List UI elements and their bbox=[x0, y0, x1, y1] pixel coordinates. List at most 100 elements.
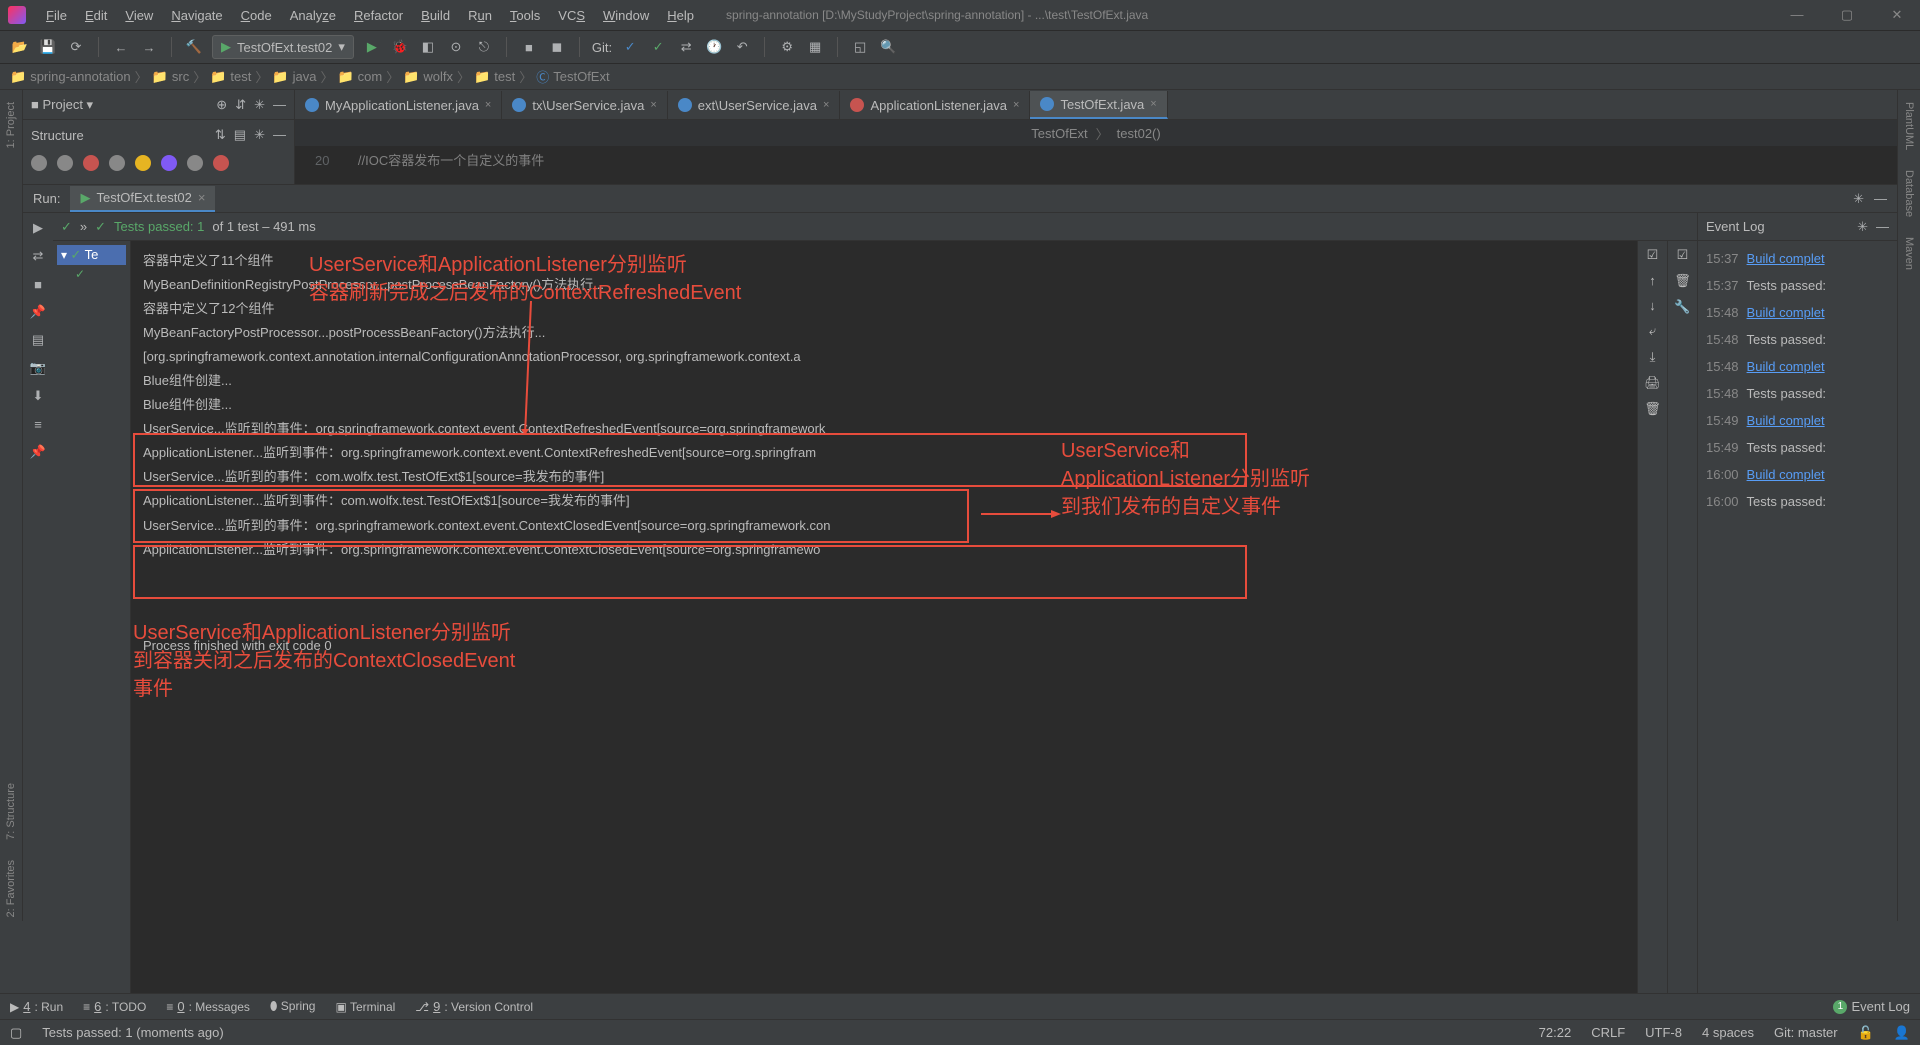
gear-icon[interactable]: ✳ bbox=[254, 97, 265, 113]
menu-code[interactable]: Code bbox=[233, 4, 280, 27]
debug-icon[interactable]: 🐞 bbox=[390, 37, 410, 57]
print-icon[interactable]: 🖨 bbox=[1644, 375, 1661, 391]
stop-icon[interactable]: ■ bbox=[29, 275, 47, 293]
bc-class2[interactable]: TestOfExt bbox=[1031, 126, 1087, 141]
indent[interactable]: 4 spaces bbox=[1702, 1025, 1754, 1041]
menu-tools[interactable]: Tools bbox=[502, 4, 548, 27]
pin-icon[interactable]: 📌 bbox=[29, 303, 47, 321]
profile-icon[interactable]: ⊙ bbox=[446, 37, 466, 57]
menu-build[interactable]: Build bbox=[413, 4, 458, 27]
history-icon[interactable]: ≡ bbox=[29, 415, 47, 433]
struct-3-icon[interactable] bbox=[83, 155, 99, 171]
menu-file[interactable]: File bbox=[38, 4, 75, 27]
struct-7-icon[interactable] bbox=[187, 155, 203, 171]
forward-icon[interactable]: → bbox=[139, 37, 159, 57]
side-tab-structure[interactable]: 7: Structure bbox=[3, 779, 19, 844]
encoding[interactable]: UTF-8 bbox=[1645, 1025, 1682, 1041]
bc-java[interactable]: 📁java bbox=[272, 69, 316, 85]
rside-database[interactable]: Database bbox=[1901, 166, 1917, 221]
close-icon[interactable]: × bbox=[650, 99, 656, 111]
git-update-icon[interactable]: ✓ bbox=[620, 37, 640, 57]
expand-icon[interactable]: ⇵ bbox=[235, 97, 246, 113]
bc-class[interactable]: ⒸTestOfExt bbox=[536, 67, 609, 86]
run-gear-icon[interactable]: ✳ bbox=[1853, 191, 1864, 207]
stop-icon[interactable]: ■ bbox=[519, 37, 539, 57]
run-config-selector[interactable]: ▶ TestOfExt.test02 ▾ bbox=[212, 35, 354, 59]
close-icon[interactable]: × bbox=[1013, 99, 1019, 111]
event-log-list[interactable]: 15:37Build complet 15:37Tests passed: 15… bbox=[1698, 241, 1897, 993]
rerun-icon[interactable]: ▶ bbox=[29, 219, 47, 237]
struct-5-icon[interactable] bbox=[135, 155, 151, 171]
struct-8-icon[interactable] bbox=[213, 155, 229, 171]
menu-refactor[interactable]: Refactor bbox=[346, 4, 411, 27]
project-dropdown[interactable]: ■ Project ▾ bbox=[31, 97, 93, 113]
close-button[interactable]: ✕ bbox=[1882, 7, 1912, 23]
cursor-pos[interactable]: 72:22 bbox=[1539, 1025, 1572, 1041]
close-icon[interactable]: × bbox=[485, 99, 491, 111]
bb-todo[interactable]: ≡ 6: TODO bbox=[83, 999, 146, 1014]
struct-4-icon[interactable] bbox=[109, 155, 125, 171]
layout-icon[interactable]: ◱ bbox=[850, 37, 870, 57]
dump-icon[interactable]: ▤ bbox=[29, 331, 47, 349]
bb-spring[interactable]: ⬮ Spring bbox=[270, 999, 316, 1014]
menu-navigate[interactable]: Navigate bbox=[163, 4, 230, 27]
run-hide-icon[interactable]: — bbox=[1874, 191, 1887, 207]
bb-event-log[interactable]: 1 Event Log bbox=[1833, 999, 1910, 1014]
tab-2[interactable]: ext\UserService.java× bbox=[668, 91, 841, 119]
lock-icon[interactable]: 🔓 bbox=[1858, 1025, 1874, 1041]
target-icon[interactable]: ⊕ bbox=[216, 97, 227, 113]
camera-icon[interactable]: 📷 bbox=[29, 359, 47, 377]
open-icon[interactable]: 📂 bbox=[10, 37, 30, 57]
check2-icon[interactable]: ☑ bbox=[1677, 247, 1689, 263]
wrap-icon[interactable]: ⤶ bbox=[1649, 323, 1656, 339]
console-output[interactable]: 容器中定义了11个组件 MyBeanDefinitionRegistryPost… bbox=[131, 241, 1637, 993]
menu-view[interactable]: View bbox=[117, 4, 161, 27]
close-icon[interactable]: × bbox=[1150, 98, 1156, 110]
down-icon[interactable]: ↓ bbox=[1649, 298, 1656, 313]
build-icon[interactable]: 🔨 bbox=[184, 37, 204, 57]
wrench-icon[interactable]: 🔧 bbox=[1674, 299, 1690, 315]
bb-terminal[interactable]: ▣ Terminal bbox=[335, 1000, 395, 1014]
rside-maven[interactable]: Maven bbox=[1901, 233, 1917, 274]
git-branch[interactable]: Git: master bbox=[1774, 1025, 1838, 1041]
bc-method[interactable]: test02() bbox=[1117, 126, 1161, 141]
stop2-icon[interactable]: ◼ bbox=[547, 37, 567, 57]
menu-edit[interactable]: Edit bbox=[77, 4, 115, 27]
checkbox-icon[interactable]: ☑ bbox=[1647, 247, 1659, 263]
side-tab-favorites[interactable]: 2: Favorites bbox=[3, 856, 19, 921]
status-icon[interactable]: ▢ bbox=[10, 1025, 22, 1041]
bc-test2[interactable]: 📁test bbox=[474, 69, 515, 85]
bc-com[interactable]: 📁com bbox=[337, 69, 382, 85]
bc-src[interactable]: 📁src bbox=[152, 69, 190, 85]
test-tree[interactable]: ▾ ✓ Te ✓ bbox=[53, 241, 131, 993]
bb-messages[interactable]: ≡ 0: Messages bbox=[166, 999, 250, 1014]
bc-root[interactable]: 📁spring-annotation bbox=[10, 69, 131, 85]
menu-help[interactable]: Help bbox=[659, 4, 702, 27]
tool1-icon[interactable]: ⚙ bbox=[777, 37, 797, 57]
hide-icon[interactable]: — bbox=[273, 97, 286, 113]
struct-sort-icon[interactable]: ⇅ bbox=[215, 127, 226, 143]
run-tab[interactable]: ▶ TestOfExt.test02 × bbox=[70, 186, 215, 212]
bc-wolfx[interactable]: 📁wolfx bbox=[403, 69, 453, 85]
close-icon[interactable]: × bbox=[823, 99, 829, 111]
save-icon[interactable]: 💾 bbox=[38, 37, 58, 57]
menu-window[interactable]: Window bbox=[595, 4, 657, 27]
scroll-icon[interactable]: ⤓ bbox=[1650, 349, 1656, 365]
bb-vcs[interactable]: ⎇ 9: Version Control bbox=[415, 999, 533, 1014]
side-tab-project[interactable]: 1: Project bbox=[3, 98, 19, 152]
struct-2-icon[interactable] bbox=[57, 155, 73, 171]
export-icon[interactable]: ⬇ bbox=[29, 387, 47, 405]
status-person-icon[interactable]: 👤 bbox=[1894, 1025, 1910, 1041]
run-icon[interactable]: ▶ bbox=[362, 37, 382, 57]
toggle-icon[interactable]: ⇄ bbox=[29, 247, 47, 265]
chevron-icon[interactable]: » bbox=[80, 219, 87, 234]
minimize-button[interactable]: — bbox=[1782, 7, 1812, 23]
git-compare-icon[interactable]: ⇄ bbox=[676, 37, 696, 57]
refresh-icon[interactable]: ⟳ bbox=[66, 37, 86, 57]
tab-3[interactable]: ApplicationListener.java× bbox=[840, 91, 1030, 119]
struct-gear-icon[interactable]: ✳ bbox=[254, 127, 265, 143]
coverage-icon[interactable]: ◧ bbox=[418, 37, 438, 57]
trash-icon[interactable]: 🗑 bbox=[1674, 273, 1691, 289]
git-history-icon[interactable]: 🕐 bbox=[704, 37, 724, 57]
tool2-icon[interactable]: ▦ bbox=[805, 37, 825, 57]
